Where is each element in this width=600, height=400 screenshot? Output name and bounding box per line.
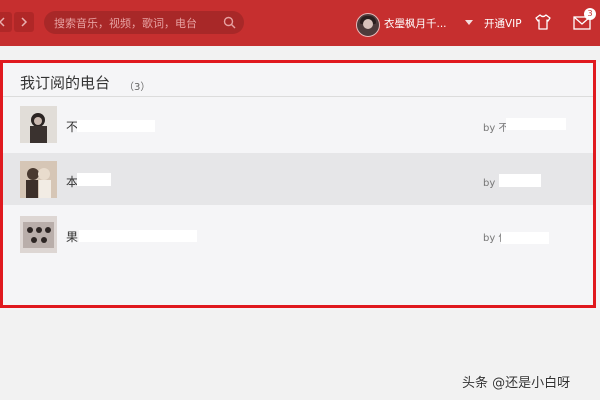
chevron-left-icon [0, 17, 5, 27]
radio-cover [20, 161, 57, 198]
watermark: 头条 @还是小白呀 [462, 376, 571, 391]
tshirt-icon[interactable] [534, 13, 552, 31]
radio-row[interactable]: 果 by 佢 [3, 208, 593, 260]
radio-name[interactable]: 果 [66, 228, 78, 245]
avatar-face [363, 19, 373, 29]
redaction-mask [77, 173, 111, 186]
radio-row[interactable]: 本 by 志 [3, 153, 593, 205]
section-title: 我订阅的电台 [20, 74, 111, 92]
username[interactable]: 衣璺枫月千... [384, 16, 447, 31]
redaction-mask [501, 232, 549, 244]
mail-badge: 3 [584, 8, 596, 20]
radio-cover [20, 106, 57, 143]
open-vip-button[interactable]: 开通VIP [484, 16, 522, 31]
redaction-mask [79, 230, 197, 242]
radio-cover [20, 216, 57, 253]
radio-row[interactable]: 不 by 不 [3, 98, 593, 150]
forward-button[interactable] [14, 12, 34, 32]
search-icon[interactable] [223, 16, 236, 29]
caret-down-icon[interactable] [465, 20, 473, 25]
search-input[interactable]: 搜索音乐，视频，歌词，电台 [44, 11, 244, 34]
search-placeholder: 搜索音乐，视频，歌词，电台 [54, 17, 197, 30]
chevron-right-icon [21, 17, 28, 27]
user-avatar[interactable] [356, 13, 380, 37]
radio-author[interactable]: by 不 [483, 119, 508, 134]
redaction-mask [77, 120, 155, 132]
redaction-mask [499, 174, 541, 187]
section-count: （3） [124, 82, 151, 93]
redaction-mask [506, 118, 566, 130]
divider [3, 96, 593, 97]
back-button[interactable] [0, 12, 12, 32]
